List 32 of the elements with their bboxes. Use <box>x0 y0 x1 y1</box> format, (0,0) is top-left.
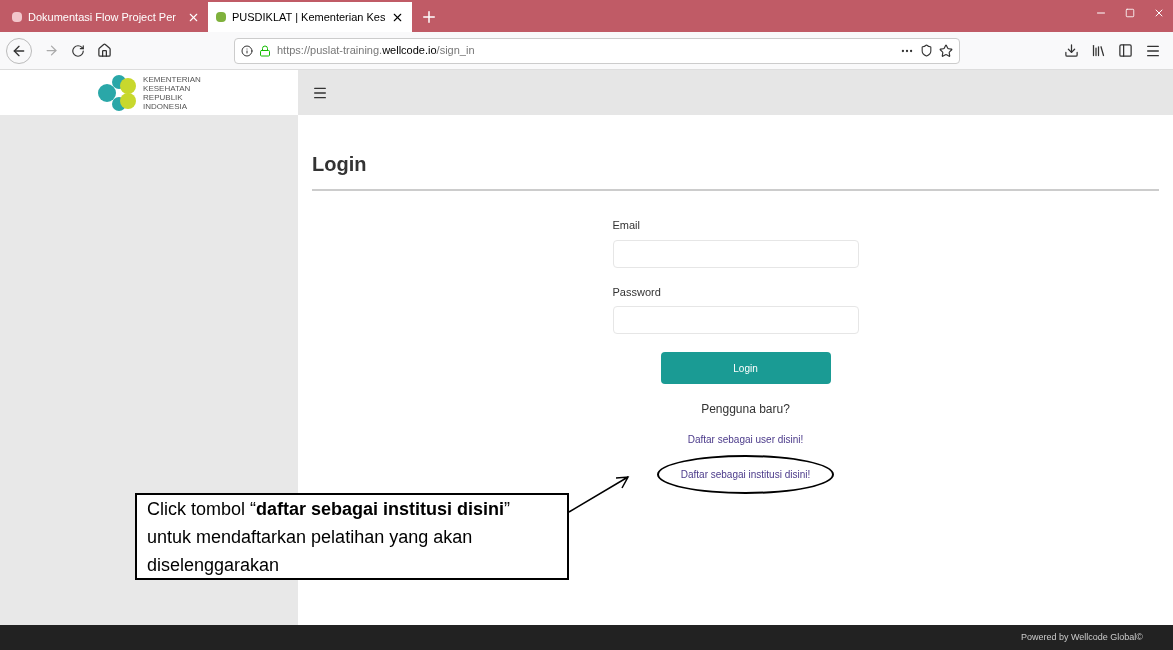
new-tab-icon[interactable] <box>420 8 438 26</box>
logo-text: KEMENTERIAN <box>143 74 201 84</box>
bookmark-star-icon[interactable] <box>939 43 953 58</box>
input-field[interactable] <box>612 306 859 334</box>
address-bar[interactable]: https://puslat-training.wellcode.io/sign_in <box>234 37 960 64</box>
logo-text: INDONESIA <box>143 101 189 111</box>
reload-icon[interactable] <box>71 43 85 58</box>
logo-text: KESEHATAN <box>143 83 192 93</box>
field-label: Password <box>612 284 662 300</box>
library-icon[interactable] <box>1091 43 1106 58</box>
tab-favicon-icon <box>12 12 22 22</box>
input-field[interactable] <box>612 239 859 268</box>
field-label: Email <box>612 218 641 233</box>
page-title: Login <box>312 149 1159 191</box>
info-icon[interactable] <box>241 44 253 57</box>
callout-text: Click tombol “daftar sebagai institusi disini” untuk mendaftarkan pelatihan yang akan diselenggarakan <box>147 499 511 575</box>
browser-tab[interactable]: PUSDIKLAT | Kementerian Kes <box>208 2 412 32</box>
sidebar-icon[interactable] <box>1118 43 1133 58</box>
register-link[interactable]: Daftar sebagai user disini! <box>687 432 804 447</box>
download-icon[interactable] <box>1064 43 1079 58</box>
footer-text: Powered by Wellcode Global© <box>1020 630 1143 644</box>
logo-text: REPUBLIK <box>143 92 184 102</box>
new-user-text: Pengguna baru? <box>701 401 790 418</box>
url-text: https://puslat-training.wellcode.io/sign_in <box>277 43 476 59</box>
logo-icon <box>97 74 138 111</box>
home-icon[interactable] <box>97 43 112 58</box>
restore-icon[interactable] <box>1125 8 1135 18</box>
tab-title: Dokumentasi Flow Project Per <box>28 9 177 25</box>
tab-title: PUSDIKLAT | Kementerian Kes <box>232 9 385 25</box>
register-link[interactable]: Daftar sebagai institusi disini! <box>658 457 833 492</box>
lock-icon <box>259 44 271 57</box>
tab-favicon-icon <box>216 12 226 22</box>
